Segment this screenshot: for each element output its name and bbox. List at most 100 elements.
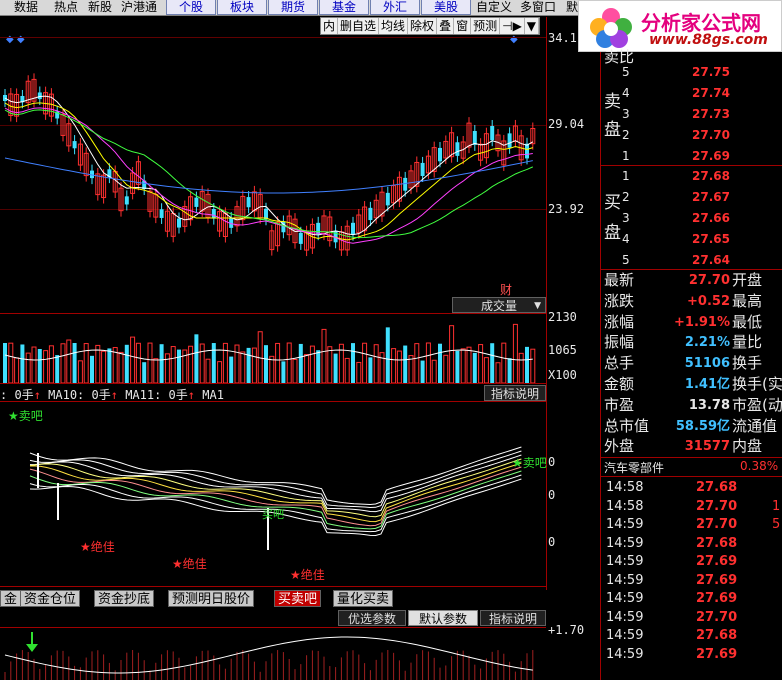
menu-item-custom[interactable]: 自定义: [476, 0, 512, 15]
toolbar-window[interactable]: 窗: [454, 18, 472, 34]
sell-level-row[interactable]: 3 27.73: [600, 104, 782, 124]
toolbar-play-icon[interactable]: ⊣▶: [500, 18, 525, 34]
menu-item-hk-connect[interactable]: 沪港通: [121, 0, 157, 15]
buy-level-row[interactable]: 3 27.66: [600, 208, 782, 228]
quote-value: 51106: [684, 356, 730, 372]
menu-item-newstock[interactable]: 新股: [88, 0, 112, 15]
tick-row: 14:59 27.70: [600, 609, 782, 627]
volume-bar: [101, 350, 107, 383]
indicator-help-button[interactable]: 指标说明: [484, 385, 546, 401]
toolbar-ma-lines[interactable]: 均线: [379, 18, 409, 34]
volume-bar: [135, 342, 141, 383]
toolbar-delete-watchlist[interactable]: 删自选: [338, 18, 380, 34]
volume-bar: [159, 344, 164, 383]
tick-price: 27.69: [696, 554, 738, 569]
toolbar-stock-button[interactable]: 个股: [166, 0, 216, 15]
price-axis-label: 34.1: [548, 31, 577, 45]
level-number: 1: [622, 149, 630, 163]
toolbar-sector-button[interactable]: 板块: [217, 0, 267, 15]
level-number: 4: [622, 232, 630, 246]
tick-time: 14:59: [606, 591, 644, 606]
toolbar-dropdown-icon[interactable]: ▼: [525, 18, 540, 34]
volume-ma-readout: : 0手↑ MA10: 0手↑ MA11: 0手↑ MA1: [0, 386, 224, 403]
arrow-up-icon: ↑: [187, 388, 196, 402]
divider: [600, 457, 782, 458]
tab-quant-trade[interactable]: 量化买卖: [333, 590, 394, 607]
indicator-help-button[interactable]: 指标说明: [480, 610, 546, 626]
toolbar-forecast[interactable]: 预测: [471, 18, 501, 34]
tick-price: 27.70: [696, 609, 738, 625]
menu-item-multiwindow[interactable]: 多窗口: [520, 0, 556, 15]
sector-name[interactable]: 汽车零部件: [604, 459, 664, 476]
indicator-axis-label: 0: [548, 455, 556, 469]
candle-body: [368, 207, 373, 221]
panel-divider: [0, 313, 546, 314]
volume-axis-label: 2130: [548, 310, 577, 324]
quote-label: 振幅: [604, 333, 635, 352]
volume-bar: [14, 357, 20, 383]
volume-bar: [316, 350, 321, 383]
toolbar-futures-button[interactable]: 期货: [268, 0, 318, 15]
price-axis-label: 23.92: [548, 202, 585, 216]
quote-label: 总手: [604, 354, 635, 373]
finance-marker[interactable]: 财: [500, 281, 512, 298]
level-price: 27.73: [692, 107, 730, 121]
tab-fund-position[interactable]: 资金仓位: [20, 590, 81, 607]
sell-level-row[interactable]: 5 27.75: [600, 62, 782, 82]
buy-level-row[interactable]: 2 27.67: [600, 187, 782, 207]
optimal-params-button[interactable]: 优选参数: [338, 610, 406, 626]
tick-volume: 1: [772, 498, 781, 514]
level-price: 27.68: [692, 169, 730, 183]
quote-right-label: 开盘: [732, 271, 763, 289]
toolbar-ex-rights[interactable]: 除权: [408, 18, 438, 34]
quote-label: 涨幅: [604, 312, 635, 331]
default-params-button[interactable]: 默认参数: [408, 610, 478, 626]
level-price: 27.75: [692, 65, 730, 79]
menu-item-data[interactable]: 数据: [14, 0, 38, 15]
volume-bar: [414, 343, 420, 383]
tick-time: 14:58: [606, 480, 644, 495]
volume-bar: [264, 345, 268, 383]
quote-label: 涨跌: [604, 291, 635, 310]
candlestick-chart[interactable]: [0, 38, 546, 288]
tab-forecast-price[interactable]: 预测明日股价: [168, 590, 255, 607]
buy-level-row[interactable]: 1 27.68: [600, 166, 782, 186]
quote-row: 总手 51106 换手: [600, 353, 782, 374]
menu-item-hot[interactable]: 热点: [54, 0, 78, 15]
toolbar-nei[interactable]: 内: [321, 18, 339, 34]
menu-item-default[interactable]: 默: [566, 0, 578, 15]
tick-row: 14:59 27.70 5: [600, 516, 782, 534]
volume-bar: [385, 327, 390, 383]
volume-indicator-selector[interactable]: 成交量 ▼: [452, 297, 546, 313]
volume-bar: [72, 343, 77, 383]
candle-body: [525, 143, 529, 159]
toolbar-usstock-button[interactable]: 美股: [421, 0, 471, 15]
tab-fund[interactable]: 金: [0, 590, 22, 607]
buy-signal-label: 买吧: [262, 508, 284, 521]
buy-level-row[interactable]: 4 27.65: [600, 229, 782, 249]
ma-readout-0: : 0手: [0, 388, 34, 402]
sell-level-row[interactable]: 1 27.69: [600, 146, 782, 166]
volume-bar: [147, 342, 153, 383]
toolbar-fund-button[interactable]: 基金: [319, 0, 369, 15]
toolbar-forex-button[interactable]: 外汇: [370, 0, 420, 15]
candle-body: [72, 141, 77, 149]
volume-bar: [142, 362, 147, 383]
tab-fund-bottom[interactable]: 资金抄底: [94, 590, 155, 607]
tick-time: 14:59: [606, 628, 644, 643]
buy-level-row[interactable]: 5 27.64: [600, 250, 782, 270]
candle-body: [438, 147, 442, 162]
volume-bar: [478, 344, 484, 383]
tab-buy-sell[interactable]: 买卖吧: [274, 590, 322, 607]
sell-level-row[interactable]: 4 27.74: [600, 83, 782, 103]
level-number: 5: [622, 65, 630, 79]
toolbar-overlay[interactable]: 叠: [437, 18, 455, 34]
tick-price: 27.68: [696, 628, 738, 643]
sell-level-row[interactable]: 2 27.70: [600, 125, 782, 145]
level-number: 5: [622, 253, 630, 267]
volume-bar: [194, 334, 199, 383]
best-buy-signal-label: ★绝佳: [80, 540, 115, 554]
tick-time: 14:59: [606, 646, 644, 662]
volume-bar: [229, 356, 234, 383]
volume-bar: [351, 343, 355, 383]
